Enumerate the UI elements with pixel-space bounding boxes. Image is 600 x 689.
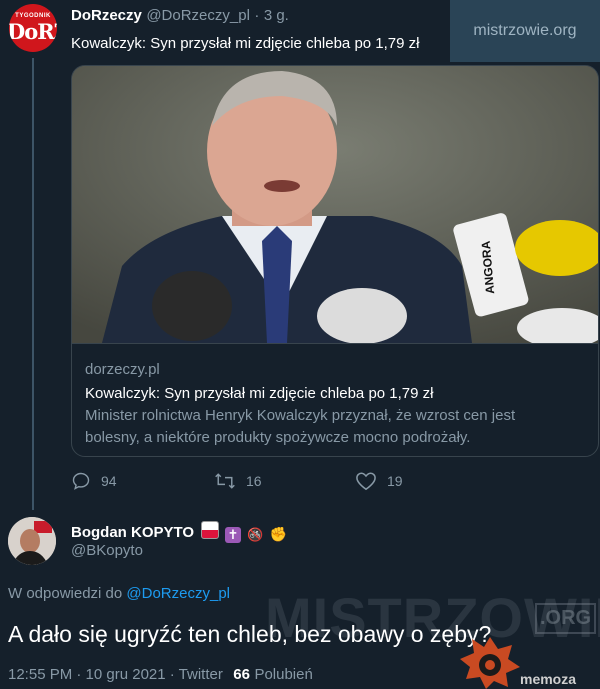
retweet-icon <box>215 473 235 489</box>
card-description-line2: bolesny, a niektóre produkty spożywcze m… <box>85 429 471 446</box>
reply-to-link[interactable]: @DoRzeczy_pl <box>126 585 230 602</box>
tweet-header: DoRzeczy @DoRzeczy_pl · 3 g. <box>71 7 289 25</box>
likes-count[interactable]: 66 <box>233 666 250 683</box>
watermark-badge: mistrzowie.org <box>450 0 600 62</box>
reply-context: W odpowiedzi do @DoRzeczy_pl <box>8 585 230 602</box>
cross-icon: ✝ <box>224 527 241 543</box>
memoza-logo-icon <box>460 637 520 689</box>
tweet-time[interactable]: 3 g. <box>264 7 289 24</box>
like-button[interactable]: 19 <box>355 471 403 491</box>
link-card[interactable]: ANGORA dorzeczy.pl Kowalczyk: Syn przysł… <box>71 65 599 457</box>
author-handle[interactable]: @BKopyto <box>71 542 143 559</box>
reply-icon <box>72 472 90 490</box>
card-description-line1: Minister rolnictwa Henryk Kowalczyk przy… <box>85 407 516 424</box>
separator-dot: · <box>254 7 260 24</box>
retweet-button[interactable]: 16 <box>214 471 262 491</box>
author-handle[interactable]: @DoRzeczy_pl <box>146 7 250 24</box>
tweet-meta: 12:55 PM · 10 gru 2021 · Twitter 66 Polu… <box>8 666 313 684</box>
avatar-photo <box>8 517 56 565</box>
author-name[interactable]: DoRzeczy <box>71 7 142 24</box>
fist-icon: ✊ <box>269 526 288 542</box>
tweet-text: A dało się ugryźć ten chleb, bez obawy o… <box>8 621 492 647</box>
card-image: ANGORA <box>72 66 598 343</box>
memoza-logo-text: memoza <box>520 671 577 687</box>
like-count: 19 <box>387 473 403 489</box>
author-line: Bogdan KOPYTO ✝ 🚳 ✊ <box>71 521 288 543</box>
likes-label[interactable]: Polubień <box>254 666 312 683</box>
avatar-logo: DoRZEC <box>9 19 57 44</box>
tweet-timestamp[interactable]: 12:55 PM · 10 gru 2021 · Twitter <box>8 666 223 683</box>
card-meta: dorzeczy.pl Kowalczyk: Syn przysłał mi z… <box>72 343 598 456</box>
heart-icon <box>356 472 376 491</box>
thread-line <box>32 58 34 510</box>
reply-button[interactable]: 94 <box>71 471 117 491</box>
poland-flag-icon <box>200 521 219 539</box>
tweet-text: Kowalczyk: Syn przysłał mi zdjęcie chleb… <box>71 35 420 52</box>
no-bicycle-icon: 🚳 <box>247 527 264 542</box>
retweet-count: 16 <box>246 473 262 489</box>
author-name[interactable]: Bogdan KOPYTO <box>71 524 194 541</box>
card-domain: dorzeczy.pl <box>85 361 160 378</box>
card-title: Kowalczyk: Syn przysłał mi zdjęcie chleb… <box>85 385 434 402</box>
minister-photo: ANGORA <box>72 66 598 343</box>
avatar[interactable]: TYGODNIK DoRZEC <box>9 4 57 52</box>
watermark-text: mistrzowie.org <box>473 22 577 39</box>
avatar[interactable] <box>8 517 56 565</box>
reply-prefix: W odpowiedzi do <box>8 585 123 602</box>
reply-count: 94 <box>101 473 117 489</box>
overlay-watermark-org: .ORG <box>535 603 597 634</box>
